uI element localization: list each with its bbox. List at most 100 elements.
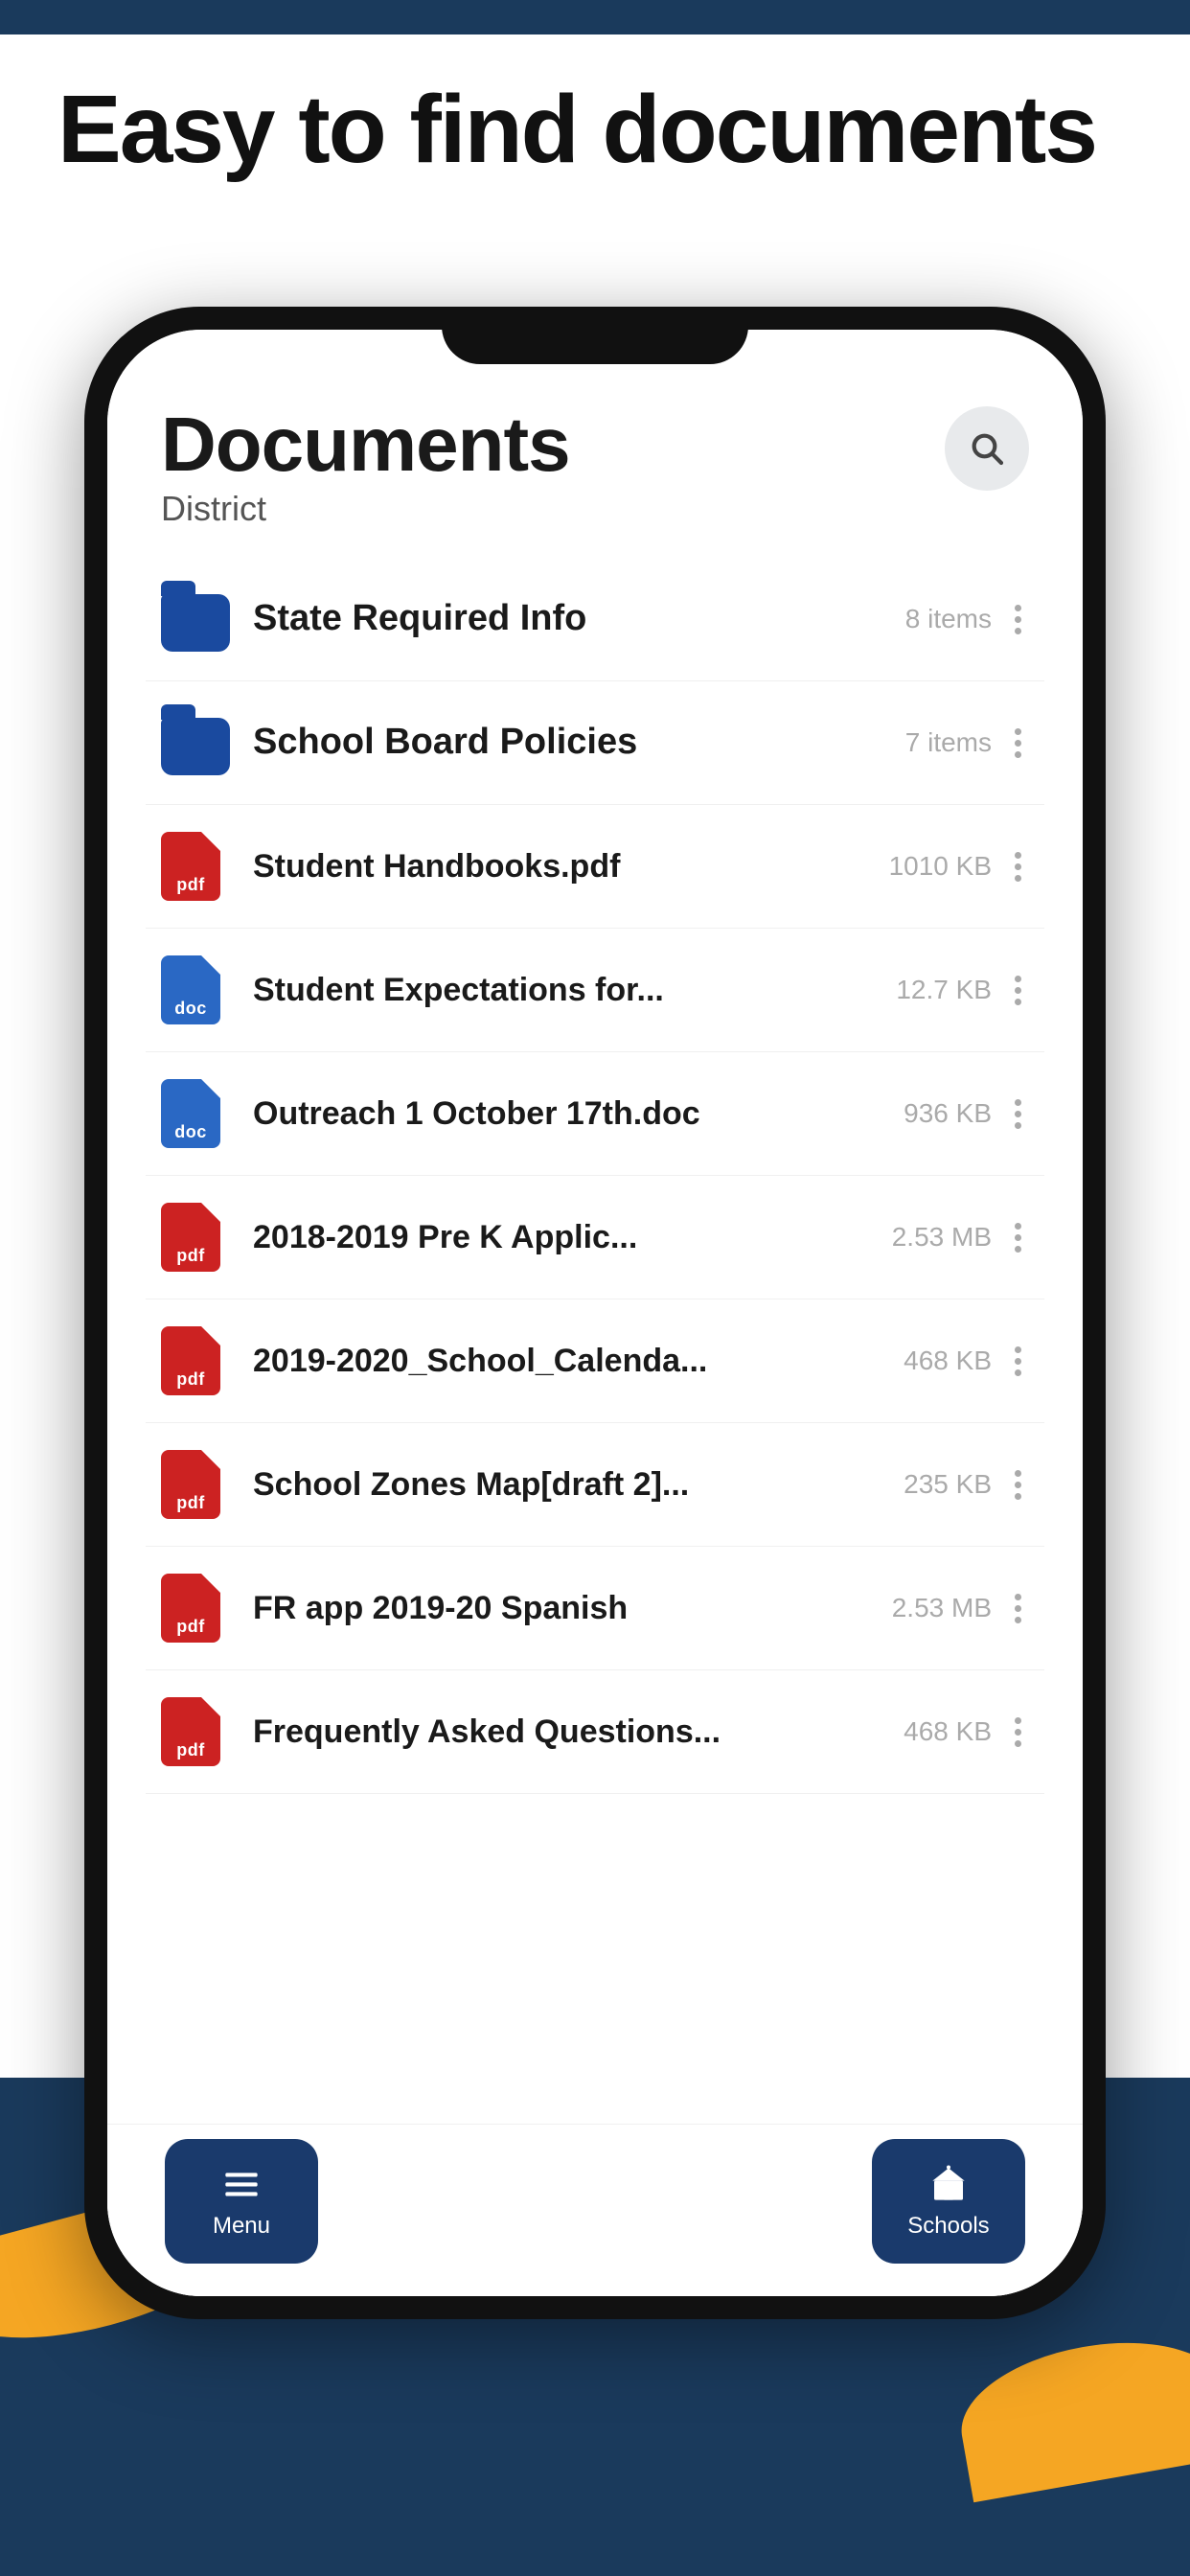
more-dot [1015, 1729, 1021, 1736]
tab-bar: Menu Schools [107, 2124, 1083, 2296]
more-dot [1015, 616, 1021, 623]
more-dot [1015, 1493, 1021, 1500]
list-item[interactable]: School Board Policies 7 items [146, 681, 1044, 805]
more-dot [1015, 605, 1021, 611]
tab-menu[interactable]: Menu [165, 2139, 318, 2264]
more-options-button[interactable] [1007, 721, 1029, 766]
pdf-icon: pdf [161, 1450, 230, 1519]
document-meta: 2.53 MB [892, 1222, 992, 1253]
pdf-icon: pdf [161, 1203, 230, 1272]
list-item[interactable]: pdf FR app 2019-20 Spanish 2.53 MB [146, 1547, 1044, 1670]
document-name: Student Handbooks.pdf [253, 845, 889, 887]
document-meta: 1010 KB [889, 851, 992, 882]
document-meta: 468 KB [904, 1716, 992, 1747]
folder-icon [161, 585, 230, 654]
list-item[interactable]: doc Outreach 1 October 17th.doc 936 KB [146, 1052, 1044, 1176]
more-dot [1015, 1617, 1021, 1623]
pdf-label-text: pdf [176, 1617, 204, 1637]
more-dot [1015, 1223, 1021, 1230]
document-name: Student Expectations for... [253, 969, 896, 1011]
orange-curve-right [950, 2324, 1190, 2502]
pdf-icon: pdf [161, 1697, 230, 1766]
more-options-button[interactable] [1007, 1092, 1029, 1137]
more-dot [1015, 1246, 1021, 1253]
doc-file-icon: doc [161, 955, 230, 1024]
school-building-icon [929, 2165, 968, 2203]
more-dot [1015, 1605, 1021, 1612]
more-dot [1015, 1234, 1021, 1241]
more-dot [1015, 1594, 1021, 1600]
document-meta: 8 items [905, 604, 992, 634]
menu-icon [220, 2163, 263, 2205]
pdf-icon: pdf [161, 1574, 230, 1643]
search-button[interactable] [945, 406, 1029, 491]
screen-subtitle: District [161, 489, 1029, 529]
tab-menu-label: Menu [213, 2213, 270, 2240]
more-dot [1015, 628, 1021, 634]
hamburger-icon [222, 2165, 261, 2203]
more-dot [1015, 1740, 1021, 1747]
more-dot [1015, 1346, 1021, 1353]
list-item[interactable]: pdf 2018-2019 Pre K Applic... 2.53 MB [146, 1176, 1044, 1300]
document-name: State Required Info [253, 595, 905, 642]
document-name: School Zones Map[draft 2]... [253, 1463, 904, 1506]
more-dot [1015, 1122, 1021, 1129]
tab-schools[interactable]: Schools [872, 2139, 1025, 2264]
document-list: State Required Info 8 items School Board… [107, 558, 1083, 1794]
search-icon [968, 429, 1006, 468]
more-options-button[interactable] [1007, 1586, 1029, 1631]
phone-notch [442, 307, 748, 364]
list-item[interactable]: pdf School Zones Map[draft 2]... 235 KB [146, 1423, 1044, 1547]
document-meta: 468 KB [904, 1346, 992, 1376]
document-meta: 12.7 KB [896, 975, 992, 1005]
more-dot [1015, 863, 1021, 870]
more-options-button[interactable] [1007, 968, 1029, 1013]
document-name: Frequently Asked Questions... [253, 1711, 904, 1753]
pdf-label-text: pdf [176, 1493, 204, 1513]
pdf-icon: pdf [161, 832, 230, 901]
more-dot [1015, 728, 1021, 735]
more-dot [1015, 875, 1021, 882]
more-dot [1015, 1358, 1021, 1365]
more-dot [1015, 976, 1021, 982]
document-name: 2018-2019 Pre K Applic... [253, 1216, 892, 1258]
document-name: 2019-2020_School_Calenda... [253, 1340, 904, 1382]
document-meta: 235 KB [904, 1469, 992, 1500]
schools-icon [927, 2163, 970, 2205]
more-dot [1015, 1369, 1021, 1376]
more-options-button[interactable] [1007, 597, 1029, 642]
doc-label-text: doc [174, 999, 207, 1019]
phone-frame: Documents District State Required Info [84, 307, 1106, 2319]
more-dot [1015, 987, 1021, 994]
more-options-button[interactable] [1007, 1710, 1029, 1755]
pdf-label-text: pdf [176, 1246, 204, 1266]
pdf-label-text: pdf [176, 1369, 204, 1390]
folder-icon [161, 708, 230, 777]
screen-title: Documents [161, 406, 1029, 483]
tab-schools-label: Schools [907, 2213, 989, 2240]
more-options-button[interactable] [1007, 1339, 1029, 1384]
more-options-button[interactable] [1007, 844, 1029, 889]
pdf-label-text: pdf [176, 875, 204, 895]
more-options-button[interactable] [1007, 1462, 1029, 1507]
doc-label-text: doc [174, 1122, 207, 1142]
list-item[interactable]: State Required Info 8 items [146, 558, 1044, 681]
list-item[interactable]: pdf Frequently Asked Questions... 468 KB [146, 1670, 1044, 1794]
document-meta: 936 KB [904, 1098, 992, 1129]
pdf-icon: pdf [161, 1326, 230, 1395]
page-headline: Easy to find documents [57, 77, 1133, 182]
more-options-button[interactable] [1007, 1215, 1029, 1260]
document-meta: 2.53 MB [892, 1593, 992, 1623]
list-item[interactable]: pdf 2019-2020_School_Calenda... 468 KB [146, 1300, 1044, 1423]
more-dot [1015, 1482, 1021, 1488]
phone-screen: Documents District State Required Info [107, 330, 1083, 2296]
doc-file-icon: doc [161, 1079, 230, 1148]
list-item[interactable]: doc Student Expectations for... 12.7 KB [146, 929, 1044, 1052]
more-dot [1015, 852, 1021, 859]
more-dot [1015, 1111, 1021, 1117]
pdf-label-text: pdf [176, 1740, 204, 1760]
more-dot [1015, 740, 1021, 747]
more-dot [1015, 1470, 1021, 1477]
list-item[interactable]: pdf Student Handbooks.pdf 1010 KB [146, 805, 1044, 929]
more-dot [1015, 1099, 1021, 1106]
